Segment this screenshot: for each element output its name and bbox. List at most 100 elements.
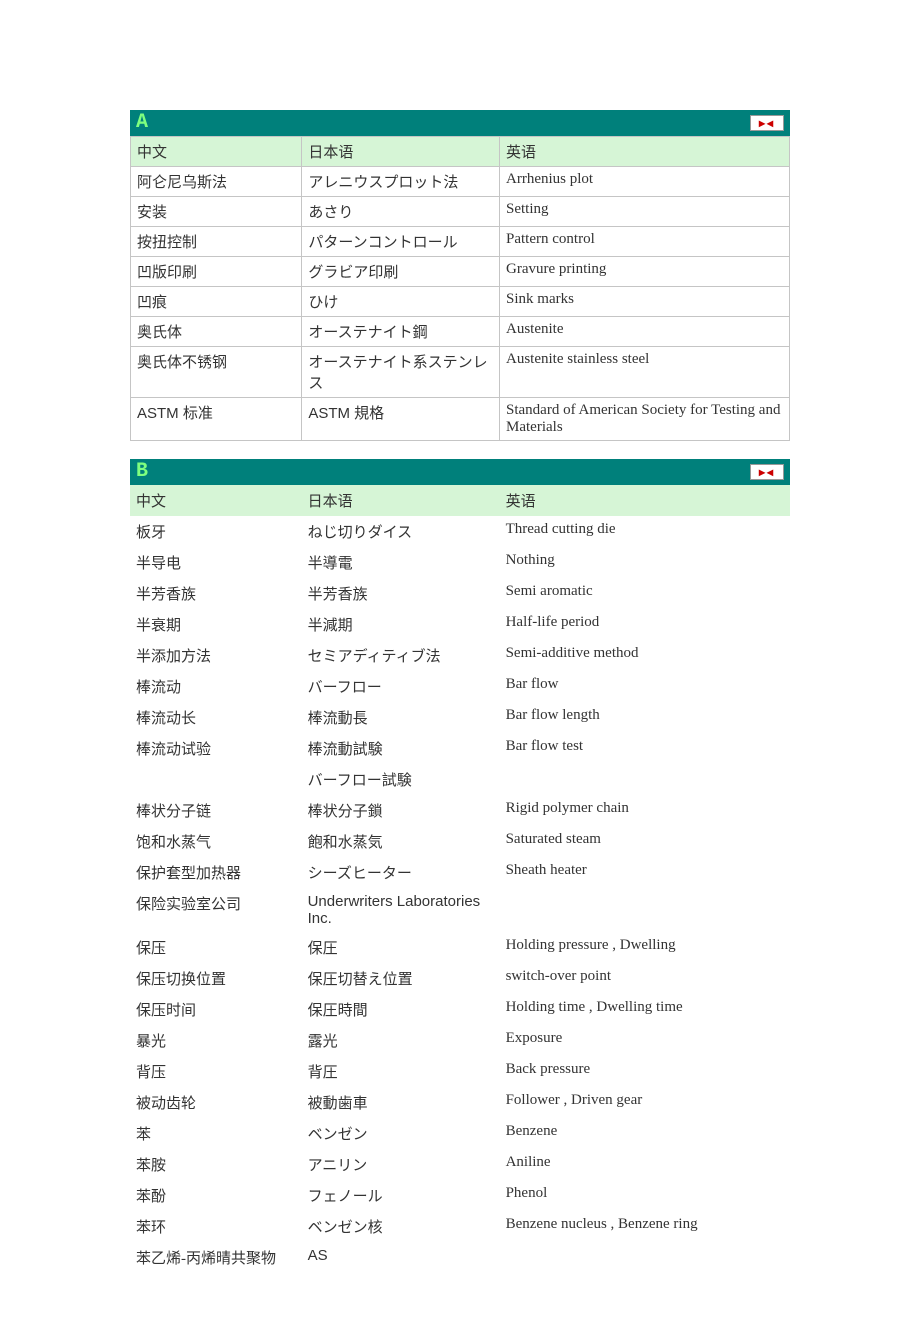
glossary-table: 中文日本语英语板牙ねじ切りダイスThread cutting die半导电半導電…: [130, 485, 790, 1273]
cell-jp: AS: [302, 1242, 500, 1273]
cell-en: Nothing: [500, 547, 790, 578]
section-letter: B: [136, 459, 148, 485]
cell-cn: 保险实验室公司: [130, 888, 302, 932]
cell-cn: 苯: [130, 1118, 302, 1149]
cell-cn: 半添加方法: [130, 640, 302, 671]
cell-cn: ASTM 标准: [131, 398, 302, 441]
table-row: 饱和水蒸气飽和水蒸気Saturated steam: [130, 826, 790, 857]
table-row: 苯环ベンゼン核Benzene nucleus , Benzene ring: [130, 1211, 790, 1242]
cell-jp: 棒状分子鎖: [302, 795, 500, 826]
cell-jp: シーズヒーター: [302, 857, 500, 888]
cell-cn: 阿仑尼乌斯法: [131, 167, 302, 197]
cell-cn: 凹版印刷: [131, 257, 302, 287]
cell-en: [500, 888, 790, 932]
table-row: 按扭控制パターンコントロールPattern control: [131, 227, 790, 257]
cell-cn: 按扭控制: [131, 227, 302, 257]
table-row: バーフロー試験: [130, 764, 790, 795]
cell-jp: ベンゼン核: [302, 1211, 500, 1242]
table-row: 暴光露光Exposure: [130, 1025, 790, 1056]
cell-en: Sink marks: [500, 287, 790, 317]
table-row: 板牙ねじ切りダイスThread cutting die: [130, 516, 790, 547]
cell-cn: 苯胺: [130, 1149, 302, 1180]
table-row: ASTM 标准ASTM 規格Standard of American Socie…: [131, 398, 790, 441]
cell-en: Setting: [500, 197, 790, 227]
table-row: 保压切换位置保圧切替え位置switch-over point: [130, 963, 790, 994]
cell-en: Holding pressure , Dwelling: [500, 932, 790, 963]
cell-cn: 奥氏体: [131, 317, 302, 347]
cell-en: Semi aromatic: [500, 578, 790, 609]
cell-en: Benzene: [500, 1118, 790, 1149]
cell-en: Benzene nucleus , Benzene ring: [500, 1211, 790, 1242]
cell-en: Half-life period: [500, 609, 790, 640]
section-letter: A: [136, 110, 148, 136]
cell-en: Follower , Driven gear: [500, 1087, 790, 1118]
table-header-row: 中文日本语英语: [131, 137, 790, 167]
cell-en: Austenite: [500, 317, 790, 347]
cell-jp: ASTM 規格: [302, 398, 500, 441]
section-a: A ▸◂ 中文日本语英语阿仑尼乌斯法アレニウスプロット法Arrhenius plot…: [130, 110, 790, 441]
table-row: 棒流动试验棒流動試験Bar flow test: [130, 733, 790, 764]
cell-en: [500, 1242, 790, 1273]
table-row: 保险实验室公司Underwriters Laboratories Inc.: [130, 888, 790, 932]
cell-jp: 棒流動長: [302, 702, 500, 733]
table-row: 保压保圧Holding pressure , Dwelling: [130, 932, 790, 963]
section-b: B▸◂中文日本语英语板牙ねじ切りダイスThread cutting die半导电…: [130, 459, 790, 1273]
cell-cn: 保压切换位置: [130, 963, 302, 994]
table-row: 半衰期半減期Half-life period: [130, 609, 790, 640]
cell-cn: 棒流动: [130, 671, 302, 702]
table-row: 棒流动长棒流動長Bar flow length: [130, 702, 790, 733]
cell-cn: 苯环: [130, 1211, 302, 1242]
close-icon[interactable]: ▸◂: [750, 115, 784, 131]
table-row: 苯酚フェノールPhenol: [130, 1180, 790, 1211]
cell-en: Thread cutting die: [500, 516, 790, 547]
cell-jp: 半減期: [302, 609, 500, 640]
cell-jp: グラビア印刷: [302, 257, 500, 287]
col-header-en: 英语: [500, 137, 790, 167]
cell-jp: ねじ切りダイス: [302, 516, 500, 547]
cell-en: Holding time , Dwelling time: [500, 994, 790, 1025]
table-row: 苯ベンゼンBenzene: [130, 1118, 790, 1149]
table-row: 阿仑尼乌斯法アレニウスプロット法Arrhenius plot: [131, 167, 790, 197]
cell-cn: 保护套型加热器: [130, 857, 302, 888]
cell-en: Pattern control: [500, 227, 790, 257]
cell-cn: 棒流动试验: [130, 733, 302, 764]
cell-cn: 苯乙烯-丙烯晴共聚物: [130, 1242, 302, 1273]
cell-cn: 安装: [131, 197, 302, 227]
cell-en: Saturated steam: [500, 826, 790, 857]
cell-en: switch-over point: [500, 963, 790, 994]
cell-jp: 半芳香族: [302, 578, 500, 609]
table-row: 保护套型加热器シーズヒーターSheath heater: [130, 857, 790, 888]
cell-cn: 保压: [130, 932, 302, 963]
cell-cn: 板牙: [130, 516, 302, 547]
col-header-jp: 日本语: [302, 485, 500, 516]
table-row: 苯乙烯-丙烯晴共聚物AS: [130, 1242, 790, 1273]
cell-jp: バーフロー: [302, 671, 500, 702]
cell-en: Bar flow test: [500, 733, 790, 764]
cell-jp: ひけ: [302, 287, 500, 317]
table-header-row: 中文日本语英语: [130, 485, 790, 516]
cell-jp: 保圧: [302, 932, 500, 963]
close-icon[interactable]: ▸◂: [750, 464, 784, 480]
cell-cn: 奥氏体不锈钢: [131, 347, 302, 398]
section-header: B ▸◂: [130, 459, 790, 485]
cell-jp: 保圧時間: [302, 994, 500, 1025]
cell-jp: 背圧: [302, 1056, 500, 1087]
cell-jp: 被動歯車: [302, 1087, 500, 1118]
cell-jp: 棒流動試験: [302, 733, 500, 764]
table-row: 棒流动バーフローBar flow: [130, 671, 790, 702]
cell-en: Aniline: [500, 1149, 790, 1180]
cell-jp: 露光: [302, 1025, 500, 1056]
cell-cn: 棒状分子链: [130, 795, 302, 826]
cell-en: Exposure: [500, 1025, 790, 1056]
table-row: 凹痕ひけSink marks: [131, 287, 790, 317]
cell-jp: オーステナイト鋼: [302, 317, 500, 347]
cell-en: Semi-additive method: [500, 640, 790, 671]
col-header-en: 英语: [500, 485, 790, 516]
table-row: 安装あさりSetting: [131, 197, 790, 227]
cell-jp: パターンコントロール: [302, 227, 500, 257]
cell-en: Standard of American Society for Testing…: [500, 398, 790, 441]
cell-en: Bar flow length: [500, 702, 790, 733]
cell-en: Sheath heater: [500, 857, 790, 888]
cell-cn: [130, 764, 302, 795]
cell-jp: オーステナイト系ステンレス: [302, 347, 500, 398]
